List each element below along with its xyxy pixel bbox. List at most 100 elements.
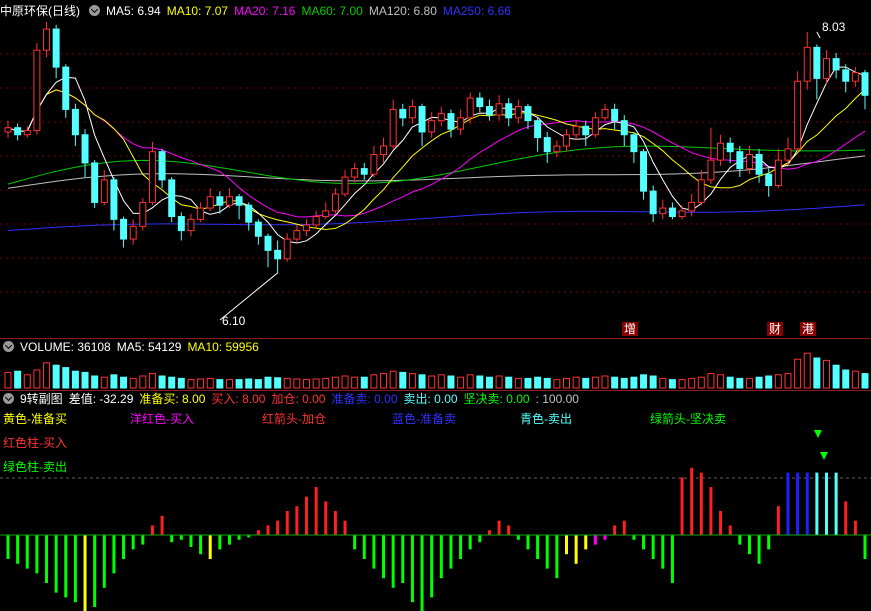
volume-bar [774,374,782,389]
volume-bar [755,376,763,389]
indicator-bar [362,535,366,559]
indicator-bar [73,535,77,603]
candle-body [784,148,792,161]
event-marker-zeng[interactable]: 增 [622,322,639,336]
indicator-bar [796,472,800,535]
volume-bar [822,359,830,389]
candle-body [717,142,725,161]
indicator-bar [863,535,867,559]
indicator-bar [382,535,386,579]
candle-body [591,117,599,136]
volume-bar [408,373,416,389]
candle-body [649,190,657,215]
volume-bar [110,374,118,389]
low-pointer [219,272,278,321]
candle-body [668,207,676,218]
indicator-bar [150,525,154,535]
indicator-bar [6,535,10,559]
volume-bar [23,374,31,389]
sell-arrow-icon [820,452,828,460]
indicator-bar [719,511,723,535]
volume-bar [274,377,282,389]
indicator-legend-item-5: 绿箭头-坚决卖 [650,412,726,426]
indicator-bar [593,535,597,545]
indicator-bar [410,535,414,603]
indicator-bar [295,506,299,535]
volume-bar [341,375,349,389]
volume-bar [100,376,108,389]
indicator-panel-toggle-icon[interactable] [3,393,14,404]
indicator-bar [709,487,713,535]
candle-body [640,151,648,192]
event-marker-gang[interactable]: 港 [800,322,817,336]
volume-bar [331,376,339,389]
candle-body [187,218,195,232]
volume-bar [582,377,590,389]
volume-bar [216,379,224,389]
volume-legend: VOLUME: 36108 MA5: 54129 MA10: 59956 [20,340,265,354]
indicator-value-5: 卖出: 0.00 [403,392,458,406]
chart-stage: 中原环保(日线) MA5: 6.94 MA10: 7.07 MA20: 7.16 MA6… [0,0,871,611]
candle-body [659,207,667,215]
volume-bar [283,377,291,389]
price-header: 中原环保(日线) MA5: 6.94 MA10: 7.07 MA20: 7.16 MA6… [0,2,523,20]
candle-body [380,145,388,155]
volume-bar [187,379,195,389]
indicator-bar [276,520,280,535]
candle-body [52,28,60,68]
volume-bar [197,378,205,389]
indicator-bar [141,535,145,545]
stock-title: 中原环保(日线) [0,4,80,18]
volume-bar [707,373,715,389]
candle-body [254,221,262,237]
price-panel-toggle-icon[interactable] [89,5,100,16]
candle-body [81,134,89,164]
indicator-value-4: 准备卖: 0.00 [331,392,398,406]
candle-body [476,97,484,108]
volume-bar [861,373,869,389]
candle-body [351,168,359,178]
indicator-bar [189,535,193,547]
volume-bar [91,375,99,389]
volume-bar [380,373,388,389]
volume-bar [784,373,792,389]
indicator-bar [526,535,530,550]
event-marker-cai[interactable]: 财 [767,322,784,336]
candle-body [408,106,416,119]
volume-bar [726,376,734,389]
volume-bar [813,357,821,389]
candle-body [4,127,12,133]
indicator-bar [122,535,126,559]
candle-body [832,58,840,71]
candle-body [447,113,455,130]
candle-body [514,106,522,119]
indicator-bar [487,530,491,535]
candle-body [601,108,609,119]
volume-bar [389,370,397,389]
candle-body [572,125,580,136]
indicator-legend-item-6: 红色柱-买入 [3,436,67,450]
volume-bar [351,376,359,389]
volume-bar [303,379,310,389]
candle-body [225,196,233,206]
indicator-bar [199,535,203,555]
volume-panel-toggle-icon[interactable] [3,341,14,352]
volume-bar [620,377,628,389]
indicator-bar [179,535,183,540]
candle-body [216,196,224,206]
indicator-bar [844,501,848,535]
candle-body [813,46,821,79]
candle-body [360,168,368,175]
indicator-legend-item-3: 蓝色-准备卖 [392,412,456,426]
candle-body [851,72,859,82]
indicator-bar [805,472,809,535]
volume-bar [158,375,166,389]
candle-body [341,176,349,195]
indicator-bar [160,515,164,535]
ma-legend-item-4: MA120: 6.80 [368,4,437,18]
candle-body [495,103,503,116]
indicator-bar [449,535,453,569]
volume-bar [33,369,41,389]
high-pointer [816,31,821,39]
indicator-bar [738,535,742,545]
